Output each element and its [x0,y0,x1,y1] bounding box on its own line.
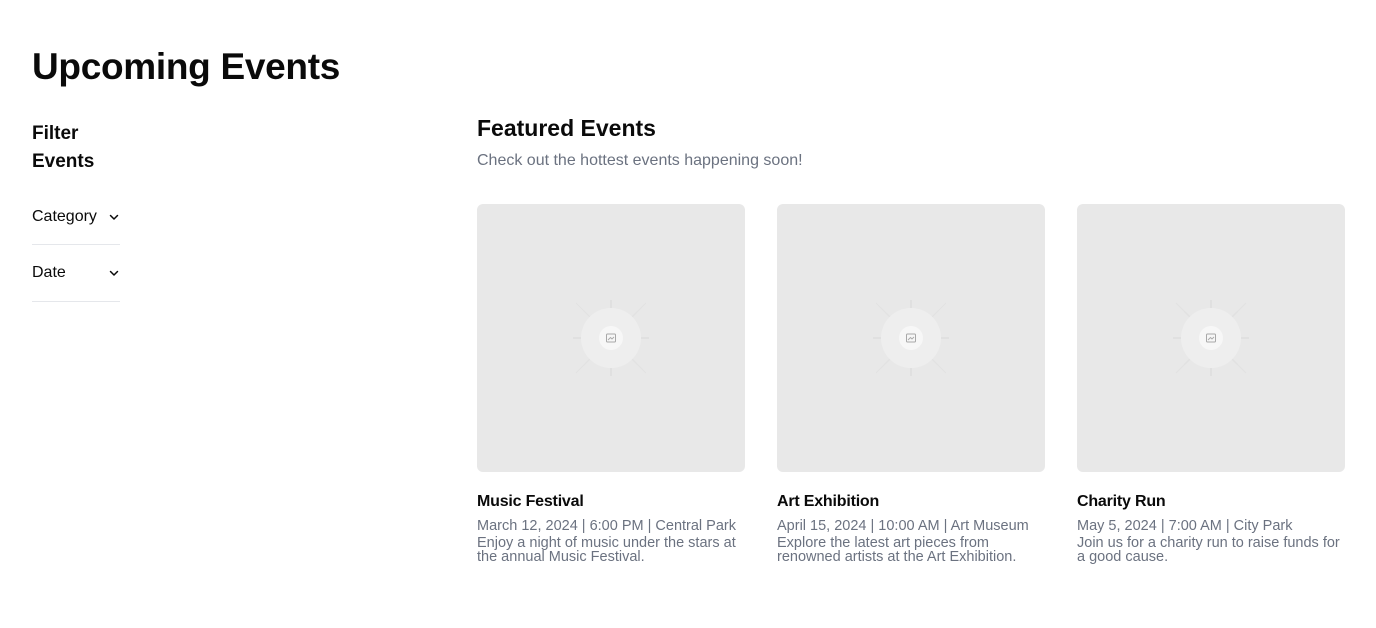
event-card-art-exhibition[interactable]: Art Exhibition April 15, 2024 | 10:00 AM… [777,204,1045,564]
events-page: Upcoming Events Filter Events Category D… [0,0,1376,628]
event-card-charity-run[interactable]: Charity Run May 5, 2024 | 7:00 AM | City… [1077,204,1345,564]
event-image[interactable] [1077,204,1345,472]
event-title[interactable]: Music Festival [477,492,745,512]
event-meta: April 15, 2024 | 10:00 AM | Art Museum [777,518,1029,534]
event-title[interactable]: Charity Run [1077,492,1345,512]
event-description: Enjoy a night of music under the stars a… [477,535,736,565]
section-title: Featured Events [477,115,656,141]
event-meta: May 5, 2024 | 7:00 AM | City Park [1077,518,1293,534]
filter-date-label: Date [32,264,66,281]
event-description: Explore the latest art pieces from renow… [777,535,1017,565]
filter-title: Filter Events [32,123,95,172]
event-title[interactable]: Art Exhibition [777,492,1045,512]
filter-sidebar: Filter Events Category Date [32,120,120,302]
event-image[interactable] [477,204,745,472]
image-placeholder-icon [873,300,949,376]
featured-events-section: Featured Events Check out the hottest ev… [477,114,1345,564]
image-placeholder-icon [1173,300,1249,376]
event-meta: March 12, 2024 | 6:00 PM | Central Park [477,518,736,534]
section-subtitle: Check out the hottest events happening s… [477,152,803,169]
chevron-down-icon [108,211,120,223]
filter-date-dropdown[interactable]: Date [32,245,120,302]
filter-category-label: Category [32,208,97,225]
chevron-down-icon [108,267,120,279]
image-placeholder-icon [573,300,649,376]
event-image[interactable] [777,204,1045,472]
event-cards: Music Festival March 12, 2024 | 6:00 PM … [477,204,1345,564]
event-card-music-festival[interactable]: Music Festival March 12, 2024 | 6:00 PM … [477,204,745,564]
page-title: Upcoming Events [32,46,340,87]
filter-category-dropdown[interactable]: Category [32,190,120,245]
event-description: Join us for a charity run to raise funds… [1077,535,1340,565]
